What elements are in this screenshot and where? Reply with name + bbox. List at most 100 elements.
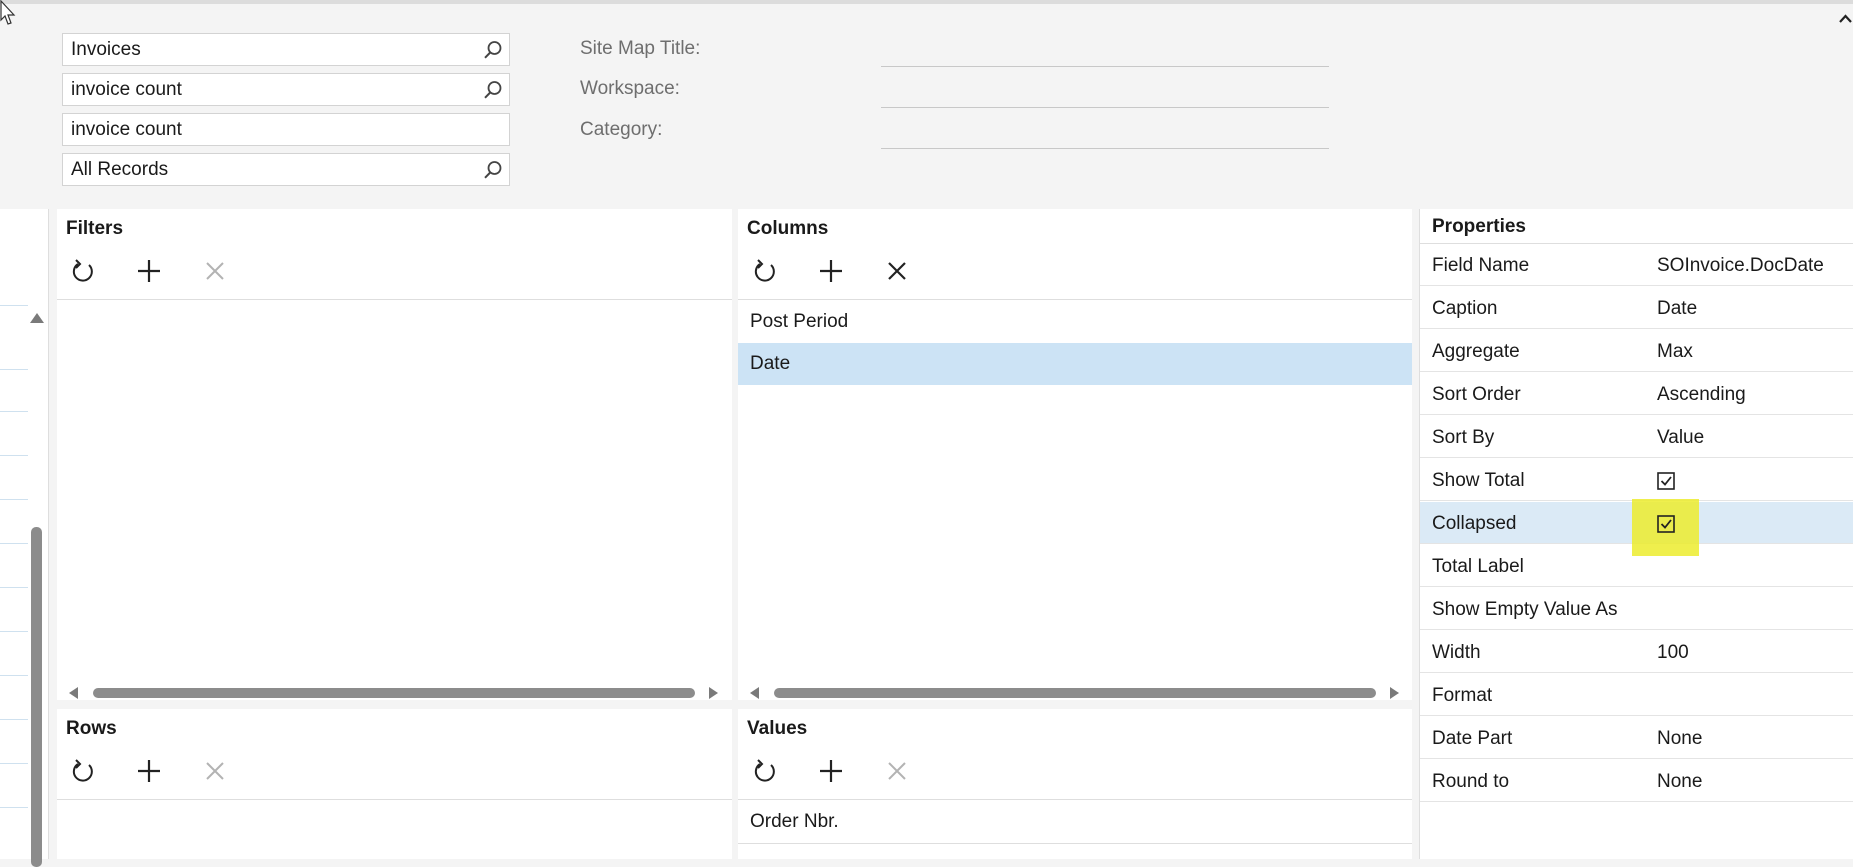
category-field[interactable]: [881, 148, 1329, 149]
pivot-name-lookup[interactable]: invoice count: [62, 73, 510, 106]
list-item-label: Date: [750, 353, 791, 374]
properties-grid: Field Name SOInvoice.DocDate Caption Date …: [1420, 243, 1853, 802]
property-row[interactable]: Round to None: [1420, 760, 1853, 802]
show-total-checkbox[interactable]: [1657, 472, 1675, 490]
panel-title: Values: [747, 718, 808, 739]
property-name: Show Total: [1432, 470, 1525, 491]
property-value[interactable]: Max: [1657, 341, 1693, 363]
row-separator: [0, 455, 28, 456]
scroll-left-arrow[interactable]: [750, 687, 759, 699]
property-name: Field Name: [1432, 255, 1530, 276]
workspace-field[interactable]: [881, 107, 1329, 108]
list-item[interactable]: Order Nbr.: [738, 801, 1412, 844]
refresh-icon: [754, 259, 775, 282]
property-name: Width: [1432, 642, 1481, 663]
property-row[interactable]: Show Empty Value As: [1420, 588, 1853, 630]
columns-toolbar: [738, 245, 1412, 300]
add-button[interactable]: [815, 255, 847, 287]
row-separator: [0, 719, 28, 720]
property-row[interactable]: Caption Date: [1420, 287, 1853, 329]
property-name: Total Label: [1432, 556, 1524, 577]
horizontal-scrollbar[interactable]: [57, 683, 732, 703]
property-name: Format: [1432, 685, 1493, 706]
property-row[interactable]: Date Part None: [1420, 717, 1853, 759]
scrollbar-thumb[interactable]: [774, 688, 1376, 698]
property-value[interactable]: Value: [1657, 427, 1704, 449]
property-name: Sort Order: [1432, 384, 1521, 405]
horizontal-scrollbar[interactable]: [738, 683, 1412, 703]
property-row[interactable]: Aggregate Max: [1420, 330, 1853, 372]
refresh-button[interactable]: [67, 755, 99, 787]
row-separator: [0, 411, 28, 412]
property-row[interactable]: Show Total: [1420, 459, 1853, 501]
list-item-label: Order Nbr.: [750, 811, 839, 832]
panel-title: Rows: [66, 718, 117, 739]
inquiry-title-lookup[interactable]: Invoices: [62, 33, 510, 66]
add-button[interactable]: [133, 255, 165, 287]
delete-button[interactable]: [881, 755, 913, 787]
rows-panel: Rows: [57, 709, 732, 859]
list-item-label: Post Period: [750, 311, 849, 332]
refresh-button[interactable]: [67, 255, 99, 287]
scroll-right-arrow[interactable]: [709, 687, 718, 699]
property-row[interactable]: Field Name SOInvoice.DocDate: [1420, 244, 1853, 286]
property-row[interactable]: Sort By Value: [1420, 416, 1853, 458]
site-map-title-field[interactable]: [881, 66, 1329, 67]
property-value[interactable]: SOInvoice.DocDate: [1657, 255, 1824, 277]
search-icon[interactable]: [483, 40, 503, 60]
columns-panel: Columns Post Period Date: [738, 209, 1412, 700]
scroll-right-arrow[interactable]: [1390, 687, 1399, 699]
property-row[interactable]: Format: [1420, 674, 1853, 716]
chevron-up-icon[interactable]: [1838, 12, 1853, 26]
row-separator: [0, 305, 28, 306]
category-label: Category:: [580, 119, 663, 140]
search-icon[interactable]: [483, 160, 503, 180]
close-icon: [206, 262, 224, 280]
property-value[interactable]: None: [1657, 771, 1702, 793]
mouse-pointer-icon: [0, 0, 16, 25]
property-value[interactable]: Date: [1657, 298, 1697, 320]
scroll-up-arrow[interactable]: [30, 313, 44, 323]
filters-toolbar: [57, 245, 732, 300]
scroll-left-arrow[interactable]: [69, 687, 78, 699]
lookup-value: Invoices: [71, 39, 141, 60]
plus-icon: [138, 760, 160, 782]
property-value[interactable]: Ascending: [1657, 384, 1746, 406]
property-name: Aggregate: [1432, 341, 1520, 362]
close-icon: [888, 262, 906, 280]
property-value[interactable]: 100: [1657, 642, 1689, 664]
lookup-value: invoice count: [71, 79, 182, 100]
pivot-title-input[interactable]: invoice count: [62, 113, 510, 146]
refresh-button[interactable]: [749, 255, 781, 287]
delete-button[interactable]: [881, 255, 913, 287]
shared-filter-lookup[interactable]: All Records: [62, 153, 510, 186]
scrollbar-thumb[interactable]: [93, 688, 695, 698]
row-separator: [0, 763, 28, 764]
values-panel: Values Order Nbr.: [738, 709, 1412, 859]
property-row[interactable]: Width 100: [1420, 631, 1853, 673]
vertical-scrollbar-thumb[interactable]: [31, 527, 42, 867]
plus-icon: [820, 760, 842, 782]
list-item[interactable]: Post Period: [738, 301, 1412, 343]
left-field-list: [0, 209, 49, 867]
add-button[interactable]: [815, 755, 847, 787]
property-name: Date Part: [1432, 728, 1513, 749]
panel-title: Filters: [66, 218, 124, 239]
lookup-value: All Records: [71, 159, 169, 180]
property-name: Sort By: [1432, 427, 1495, 448]
list-item-selected[interactable]: Date: [738, 343, 1412, 385]
refresh-button[interactable]: [749, 755, 781, 787]
refresh-icon: [72, 759, 93, 782]
search-icon[interactable]: [483, 80, 503, 100]
property-name: Collapsed: [1432, 513, 1517, 534]
collapsed-checkbox[interactable]: [1657, 515, 1675, 533]
row-separator: [0, 675, 28, 676]
panel-title: Properties: [1432, 216, 1526, 237]
delete-button[interactable]: [199, 755, 231, 787]
delete-button[interactable]: [199, 255, 231, 287]
plus-icon: [138, 260, 160, 282]
add-button[interactable]: [133, 755, 165, 787]
property-row[interactable]: Sort Order Ascending: [1420, 373, 1853, 415]
property-name: Show Empty Value As: [1432, 599, 1618, 620]
property-value[interactable]: None: [1657, 728, 1702, 750]
